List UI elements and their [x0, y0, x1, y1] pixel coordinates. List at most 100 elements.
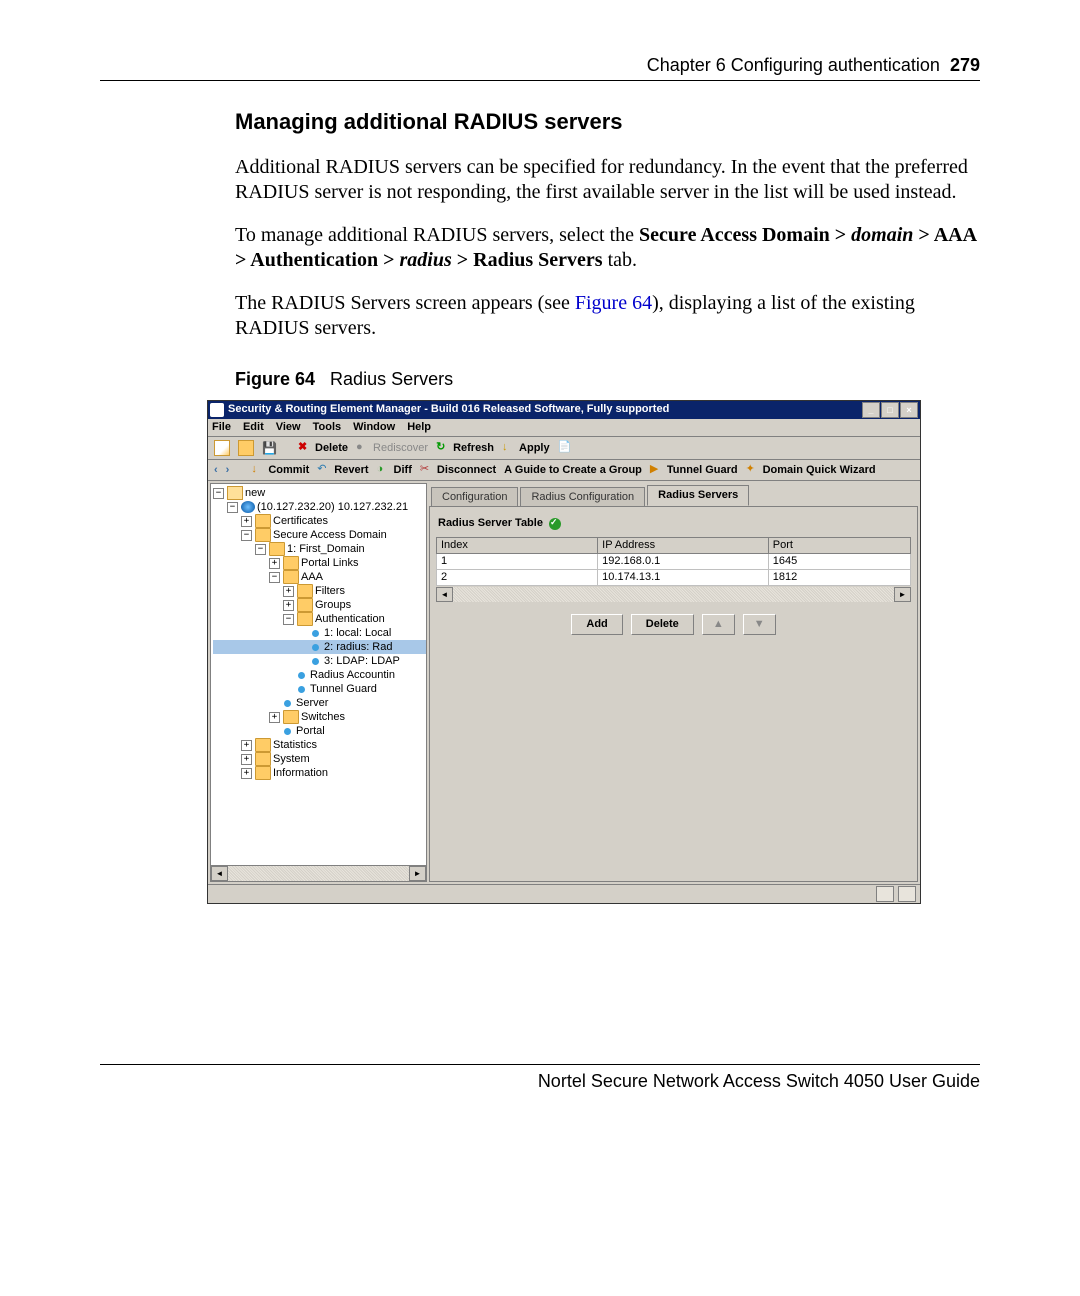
- tree-device[interactable]: −(10.127.232.20) 10.127.232.21: [213, 500, 426, 514]
- tree-secure-access-domain[interactable]: −Secure Access Domain: [213, 528, 426, 542]
- dot-icon: [284, 700, 291, 707]
- move-down-button[interactable]: ▼: [743, 614, 776, 635]
- table-hscrollbar[interactable]: ◄ ►: [436, 587, 911, 602]
- panel-title: Radius Server Table: [438, 517, 911, 530]
- window-titlebar[interactable]: Security & Routing Element Manager - Bui…: [208, 401, 920, 419]
- tree-statistics[interactable]: +Statistics: [213, 738, 426, 752]
- tree-auth-ldap[interactable]: 3: LDAP: LDAP: [213, 654, 426, 668]
- toolbar-primary: Delete ●Rediscover Refresh Apply: [208, 437, 920, 460]
- status-icon-1[interactable]: [876, 886, 894, 902]
- commit-button[interactable]: Commit: [251, 463, 309, 477]
- move-up-button[interactable]: ▲: [702, 614, 735, 635]
- tree-server[interactable]: Server: [213, 696, 426, 710]
- tree-filters[interactable]: +Filters: [213, 584, 426, 598]
- tree-first-domain[interactable]: −1: First_Domain: [213, 542, 426, 556]
- tree-portal-links[interactable]: +Portal Links: [213, 556, 426, 570]
- page-number: 279: [950, 55, 980, 75]
- chapter-label: Chapter 6 Configuring authentication: [647, 55, 940, 75]
- content-pane: Configuration Radius Configuration Radiu…: [429, 483, 918, 882]
- menu-help[interactable]: Help: [407, 421, 431, 434]
- wizard-button[interactable]: Domain Quick Wizard: [746, 463, 876, 477]
- save-icon: [262, 441, 276, 455]
- scroll-left-icon[interactable]: ◄: [211, 866, 228, 881]
- folder-icon: [238, 440, 254, 456]
- table-header-row: Index IP Address Port: [437, 537, 911, 553]
- folder-icon: [255, 766, 271, 780]
- chevron-down-icon: ▼: [754, 618, 765, 630]
- refresh-button[interactable]: Refresh: [436, 441, 494, 455]
- toolbar-secondary: ‹ › Commit Revert Diff Disconnect A Guid…: [208, 460, 920, 481]
- delete-row-button[interactable]: Delete: [631, 614, 694, 635]
- disconnect-icon: [420, 463, 434, 477]
- revert-icon: [317, 463, 331, 477]
- commit-icon: [251, 463, 265, 477]
- ok-icon: [549, 518, 561, 530]
- nav-forward-button[interactable]: ›: [226, 464, 230, 477]
- nav-back-button[interactable]: ‹: [214, 464, 218, 477]
- tree-groups[interactable]: +Groups: [213, 598, 426, 612]
- diff-button[interactable]: Diff: [377, 463, 412, 477]
- folder-icon: [255, 752, 271, 766]
- tree-switches[interactable]: +Switches: [213, 710, 426, 724]
- table-row[interactable]: 2 10.174.13.1 1812: [437, 569, 911, 585]
- tree-tunnel-guard[interactable]: Tunnel Guard: [213, 682, 426, 696]
- guide-link[interactable]: A Guide to Create a Group: [504, 464, 642, 477]
- table-row[interactable]: 1 192.168.0.1 1645: [437, 553, 911, 569]
- tab-radius-configuration[interactable]: Radius Configuration: [520, 487, 645, 507]
- disconnect-button[interactable]: Disconnect: [420, 463, 496, 477]
- tree-system[interactable]: +System: [213, 752, 426, 766]
- tree-pane[interactable]: −new −(10.127.232.20) 10.127.232.21 +Cer…: [210, 483, 427, 882]
- tree-root[interactable]: −new: [213, 486, 426, 500]
- minimize-button[interactable]: _: [862, 402, 880, 418]
- menu-edit[interactable]: Edit: [243, 421, 264, 434]
- note-button[interactable]: [558, 441, 572, 455]
- col-ip[interactable]: IP Address: [598, 537, 769, 553]
- tree-hscrollbar[interactable]: ◄ ►: [211, 865, 426, 881]
- open-button[interactable]: [238, 440, 254, 456]
- tree-auth-local[interactable]: 1: local: Local: [213, 626, 426, 640]
- tree-certificates[interactable]: +Certificates: [213, 514, 426, 528]
- tab-radius-servers[interactable]: Radius Servers: [647, 485, 749, 506]
- menu-tools[interactable]: Tools: [313, 421, 342, 434]
- radius-server-table[interactable]: Index IP Address Port 1 192.168.0.1 1645…: [436, 537, 911, 587]
- menu-window[interactable]: Window: [353, 421, 395, 434]
- tree-radius-accounting[interactable]: Radius Accountin: [213, 668, 426, 682]
- globe-icon: [241, 501, 255, 513]
- rediscover-button[interactable]: ●Rediscover: [356, 441, 428, 455]
- tunnel-icon: [650, 463, 664, 477]
- scroll-right-icon[interactable]: ►: [894, 587, 911, 602]
- tree-information[interactable]: +Information: [213, 766, 426, 780]
- paragraph-1: Additional RADIUS servers can be specifi…: [235, 155, 980, 205]
- tree-aaa[interactable]: −AAA: [213, 570, 426, 584]
- figure-xref[interactable]: Figure 64: [575, 292, 652, 314]
- dot-icon: [284, 728, 291, 735]
- tunnel-guard-button[interactable]: Tunnel Guard: [650, 463, 738, 477]
- folder-icon: [227, 486, 243, 500]
- page-footer: Nortel Secure Network Access Switch 4050…: [100, 1064, 980, 1092]
- save-button[interactable]: [262, 441, 276, 455]
- status-icon-2[interactable]: [898, 886, 916, 902]
- scroll-right-icon[interactable]: ►: [409, 866, 426, 881]
- scroll-left-icon[interactable]: ◄: [436, 587, 453, 602]
- tree-portal[interactable]: Portal: [213, 724, 426, 738]
- screenshot-window: Security & Routing Element Manager - Bui…: [207, 400, 921, 904]
- close-button[interactable]: ×: [900, 402, 918, 418]
- tab-configuration[interactable]: Configuration: [431, 487, 518, 507]
- folder-icon: [255, 528, 271, 542]
- col-port[interactable]: Port: [768, 537, 910, 553]
- folder-icon: [255, 738, 271, 752]
- menu-view[interactable]: View: [276, 421, 301, 434]
- maximize-button[interactable]: □: [881, 402, 899, 418]
- dot-icon: [298, 672, 305, 679]
- add-button[interactable]: Add: [571, 614, 622, 635]
- col-index[interactable]: Index: [437, 537, 598, 553]
- delete-button[interactable]: Delete: [298, 441, 348, 455]
- revert-button[interactable]: Revert: [317, 463, 368, 477]
- menu-file[interactable]: File: [212, 421, 231, 434]
- dot-icon: [312, 658, 319, 665]
- tree-authentication[interactable]: −Authentication: [213, 612, 426, 626]
- apply-button[interactable]: Apply: [502, 441, 550, 455]
- tree-auth-radius[interactable]: 2: radius: Rad: [213, 640, 426, 654]
- folder-icon: [269, 542, 285, 556]
- new-button[interactable]: [214, 440, 230, 456]
